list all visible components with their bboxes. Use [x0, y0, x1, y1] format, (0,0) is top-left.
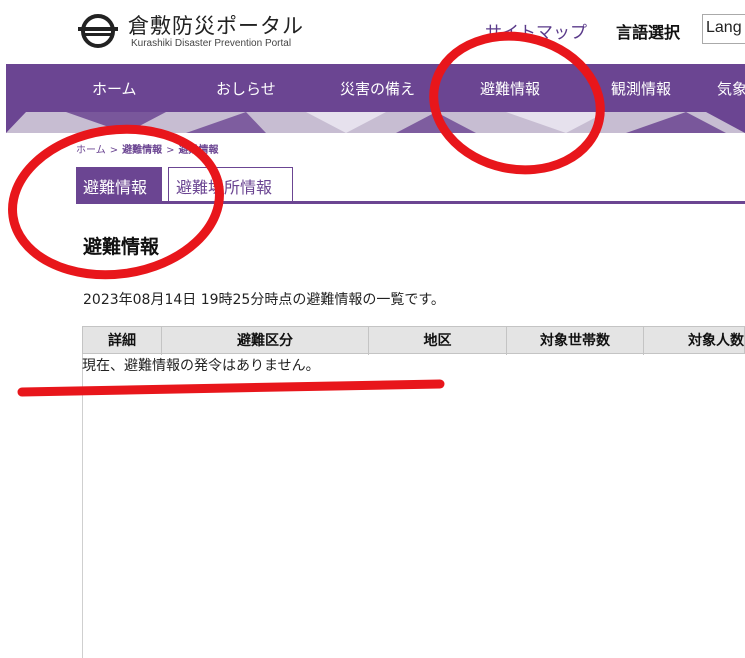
language-label: 言語選択: [616, 23, 681, 42]
column-header-people: 対象人数: [688, 333, 744, 349]
table-header: 詳細 避難区分 地区 対象世帯数 対象人数: [82, 326, 745, 355]
nav-item-news[interactable]: おしらせ: [216, 78, 276, 99]
decorative-banner: [6, 112, 745, 133]
breadcrumb-separator: >: [166, 145, 175, 156]
main-nav: ホーム おしらせ 災害の備え 避難情報 観測情報 気象: [6, 64, 745, 112]
breadcrumb-home[interactable]: ホーム: [76, 145, 106, 156]
nav-item-home[interactable]: ホーム: [92, 78, 137, 99]
logo-icon[interactable]: [78, 14, 118, 48]
table-empty-message: 現在、避難情報の発令はありません。: [82, 358, 320, 374]
table-left-border: [82, 354, 83, 658]
tab-evacuation-info[interactable]: 避難情報: [76, 167, 162, 202]
breadcrumb-separator: >: [109, 145, 119, 156]
site-header: 倉敷防災ポータル Kurashiki Disaster Prevention P…: [0, 0, 745, 64]
column-header-district: 地区: [369, 327, 507, 355]
page-title: 避難情報: [83, 236, 160, 258]
lattice-pattern: [6, 112, 745, 133]
column-header-details: 詳細: [83, 327, 162, 355]
tab-evacuation-sites[interactable]: 避難場所情報: [168, 167, 293, 202]
nav-item-evacuation[interactable]: 避難情報: [480, 78, 540, 99]
annotation-underline: [17, 379, 445, 397]
nav-item-weather[interactable]: 気象: [717, 78, 745, 99]
language-select[interactable]: Lang: [702, 14, 745, 44]
column-header-households: 対象世帯数: [507, 327, 644, 355]
site-title[interactable]: 倉敷防災ポータル: [128, 10, 304, 40]
nav-item-preparation[interactable]: 災害の備え: [340, 78, 415, 99]
site-subtitle: Kurashiki Disaster Prevention Portal: [131, 38, 292, 49]
update-timestamp: 2023年08月14日 19時25分時点の避難情報の一覧です。: [83, 292, 445, 308]
breadcrumb: ホーム > 避難情報 > 避難情報: [76, 141, 218, 156]
nav-item-observation[interactable]: 観測情報: [611, 78, 671, 99]
sitemap-link[interactable]: サイトマップ: [485, 18, 587, 43]
tab-underline: [76, 201, 745, 204]
column-header-category: 避難区分: [162, 327, 369, 355]
breadcrumb-current: 避難情報: [178, 145, 219, 156]
breadcrumb-evacuation[interactable]: 避難情報: [122, 145, 162, 156]
